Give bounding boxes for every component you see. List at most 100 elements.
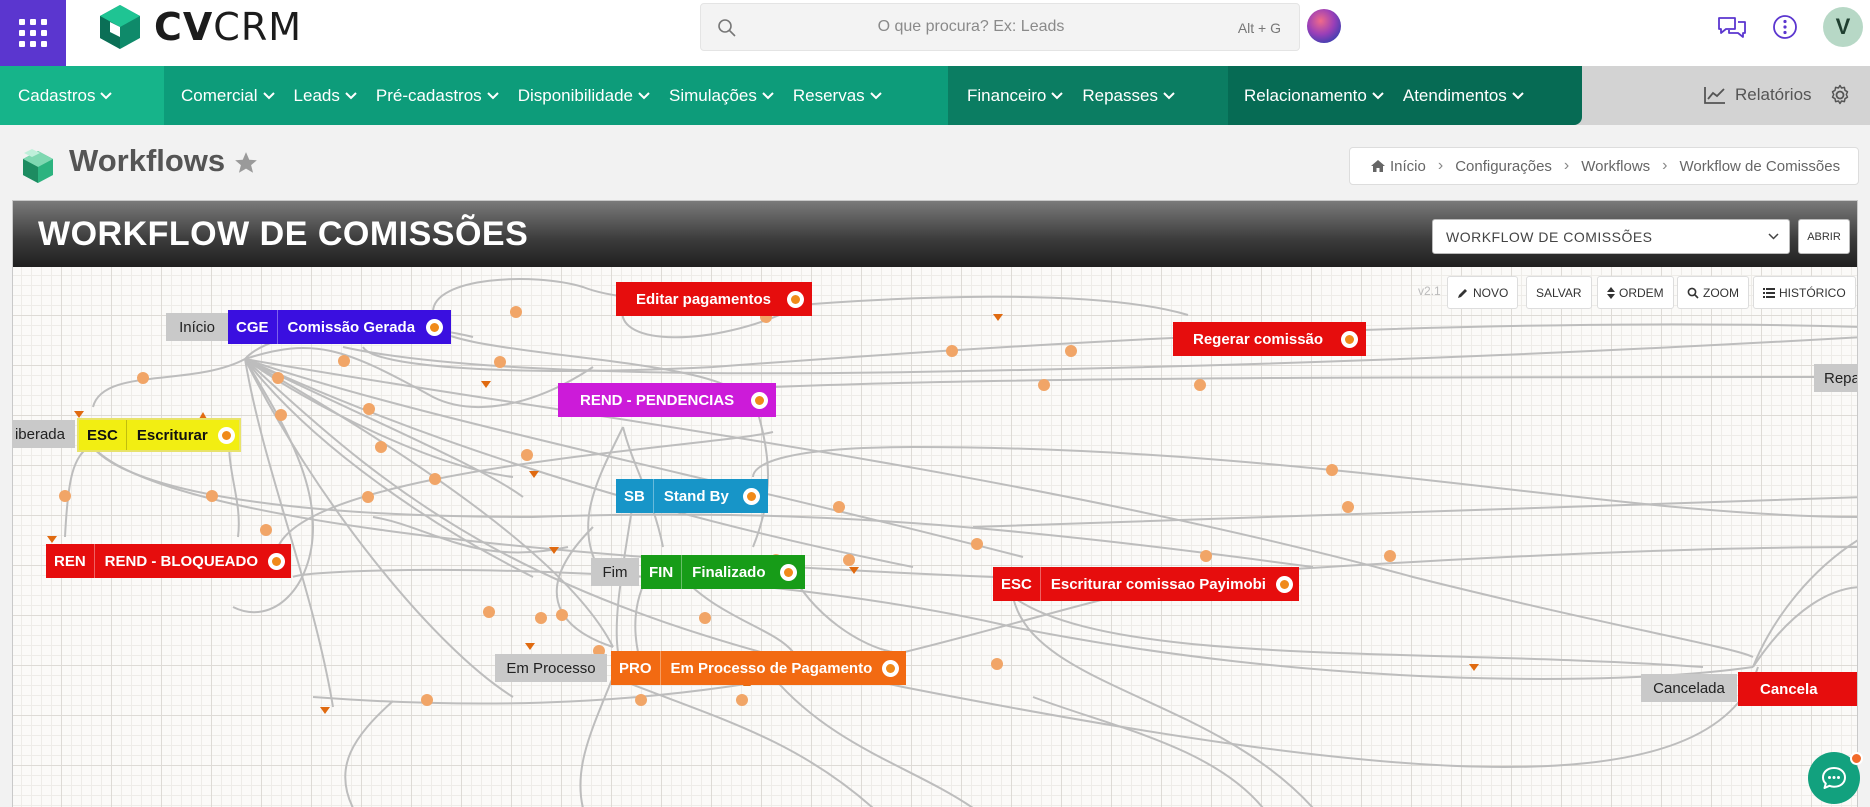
main-nav: Cadastros Comercial Leads Pré-cadastros …: [0, 66, 1870, 125]
nav-label: Comercial: [181, 85, 258, 105]
nav-item-comercial[interactable]: Comercial: [181, 86, 275, 106]
nav-item-relacionamento[interactable]: Relacionamento: [1244, 86, 1384, 106]
apps-menu-button[interactable]: [0, 0, 66, 66]
node-port-icon[interactable]: [780, 563, 797, 581]
save-button[interactable]: SALVAR: [1526, 276, 1592, 309]
breadcrumb-home-label: Início: [1390, 157, 1426, 175]
save-label: SALVAR: [1536, 285, 1582, 300]
new-status-button[interactable]: NOVO: [1447, 276, 1519, 309]
nav-item-cadastros[interactable]: Cadastros: [18, 86, 113, 106]
node-port-icon[interactable]: [787, 290, 804, 308]
node-port-icon[interactable]: [426, 318, 443, 336]
order-label: ORDEM: [1619, 285, 1664, 300]
nav-item-leads[interactable]: Leads: [294, 86, 357, 106]
nav-label: Leads: [293, 85, 340, 105]
reports-link[interactable]: Relatórios: [1703, 78, 1812, 112]
chart-line-icon: [1704, 87, 1725, 104]
breadcrumb-home[interactable]: Início: [1370, 158, 1426, 175]
settings-gear-icon[interactable]: [1829, 78, 1851, 112]
breadcrumb-configuracoes[interactable]: Configurações: [1455, 158, 1552, 175]
chat-bubbles-icon[interactable]: [1717, 12, 1747, 42]
ai-assistant-orb[interactable]: [1307, 9, 1341, 43]
open-workflow-button[interactable]: ABRIR: [1798, 219, 1850, 254]
favorite-star-icon[interactable]: [233, 150, 259, 176]
nav-item-disponibilidade[interactable]: Disponibilidade: [518, 86, 650, 106]
chevron-down-icon: [869, 91, 882, 99]
search-shortcut-hint: Alt + G: [1237, 20, 1281, 36]
node-editar-pagamentos[interactable]: Editar pagamentos: [616, 282, 812, 316]
node-port-icon[interactable]: [217, 426, 235, 444]
workflow-canvas[interactable]: v2.1 NOVO SALVAR ORDEM ZOOM HISTÓRICO In…: [13, 267, 1857, 807]
magnifier-icon: [1687, 287, 1699, 299]
node-code: ESC: [79, 420, 127, 450]
logo[interactable]: CVCRM: [96, 2, 302, 52]
user-avatar[interactable]: V: [1823, 7, 1863, 47]
node-escriturar[interactable]: ESC Escriturar: [77, 418, 241, 452]
chevron-down-icon: [638, 91, 650, 99]
node-rend-pendencias[interactable]: REND - PENDENCIAS: [558, 383, 776, 417]
zoom-button[interactable]: ZOOM: [1677, 276, 1749, 309]
node-escriturar-payimobi[interactable]: ESC Escriturar comissao Payimobi: [993, 567, 1299, 601]
chevron-down-icon: [345, 91, 357, 99]
nav-item-simulacoes[interactable]: Simulações: [669, 86, 774, 106]
workflow-header: WORKFLOW DE COMISSÕES WORKFLOW DE COMISS…: [13, 201, 1857, 267]
nav-label: Relacionamento: [1244, 85, 1367, 105]
nav-label: Pré-cadastros: [375, 85, 482, 105]
breadcrumb-current: Workflow de Comissões: [1679, 157, 1841, 175]
nav-item-reservas[interactable]: Reservas: [793, 86, 882, 106]
nav-group-relacionamento: Relacionamento Atendimentos: [1228, 66, 1582, 125]
label-repasse[interactable]: Repas: [1814, 364, 1857, 392]
chevron-down-icon: [1372, 91, 1384, 99]
breadcrumb-workflows[interactable]: Workflows: [1581, 158, 1650, 175]
nav-item-financeiro[interactable]: Financeiro: [967, 86, 1064, 106]
node-port-icon[interactable]: [268, 552, 286, 570]
chevron-down-icon: [762, 91, 774, 99]
node-rend-bloqueado[interactable]: REN REND - BLOQUEADO: [46, 544, 291, 578]
node-label: Escriturar: [136, 426, 208, 444]
node-comissao-gerada[interactable]: CGE Comissão Gerada: [228, 310, 451, 344]
node-finalizado[interactable]: FIN Finalizado: [641, 555, 805, 589]
label-em-processo[interactable]: Em Processo: [495, 654, 607, 682]
workflow-title: WORKFLOW DE COMISSÕES: [38, 215, 529, 253]
chevron-down-icon: [262, 91, 275, 99]
nav-label: Reservas: [792, 85, 865, 105]
more-options-icon[interactable]: [1770, 12, 1800, 42]
new-status-label: NOVO: [1473, 285, 1509, 300]
nav-item-atendimentos[interactable]: Atendimentos: [1403, 86, 1524, 106]
label-liberada[interactable]: iberada: [13, 420, 75, 448]
breadcrumb: Início › Configurações › Workflows › Wor…: [1349, 147, 1859, 185]
node-cancelada[interactable]: Cancela: [1738, 672, 1857, 706]
node-label: REND - BLOQUEADO: [104, 552, 259, 570]
node-label: REND - PENDENCIAS: [580, 391, 735, 409]
node-stand-by[interactable]: SB Stand By: [616, 479, 768, 513]
node-port-icon[interactable]: [1341, 330, 1358, 348]
node-label: Editar pagamentos: [636, 290, 772, 308]
node-port-icon[interactable]: [751, 391, 768, 409]
order-button[interactable]: ORDEM: [1597, 276, 1674, 309]
zoom-label: ZOOM: [1703, 285, 1739, 300]
node-port-icon[interactable]: [882, 659, 900, 677]
node-em-processo-pagamento[interactable]: PRO Em Processo de Pagamento: [611, 651, 906, 685]
node-label: Escriturar comissao Payimobi: [1050, 575, 1266, 593]
search-box: Alt + G: [700, 3, 1300, 51]
search-input[interactable]: [751, 10, 1191, 44]
nav-item-pre-cadastros[interactable]: Pré-cadastros: [376, 86, 499, 106]
node-port-icon[interactable]: [1275, 575, 1293, 593]
home-icon: [1371, 160, 1385, 172]
nav-label: Simulações: [669, 85, 757, 105]
chevron-down-icon: [1163, 91, 1175, 99]
nav-item-repasses[interactable]: Repasses: [1082, 86, 1175, 106]
node-label: Cancela: [1760, 680, 1818, 698]
node-code: PRO: [611, 651, 661, 685]
history-button[interactable]: HISTÓRICO: [1753, 276, 1856, 309]
node-code: REN: [46, 544, 95, 578]
label-fim[interactable]: Fim: [591, 558, 639, 586]
label-inicio[interactable]: Início: [166, 313, 228, 341]
node-regerar-comissao[interactable]: Regerar comissão: [1173, 322, 1366, 356]
node-code: CGE: [228, 310, 278, 344]
workflow-select[interactable]: WORKFLOW DE COMISSÕES: [1432, 219, 1790, 254]
label-cancelada[interactable]: Cancelada: [1641, 674, 1737, 702]
node-code: ESC: [993, 567, 1041, 601]
node-port-icon[interactable]: [743, 487, 760, 505]
page-title: Workflows: [69, 143, 226, 178]
